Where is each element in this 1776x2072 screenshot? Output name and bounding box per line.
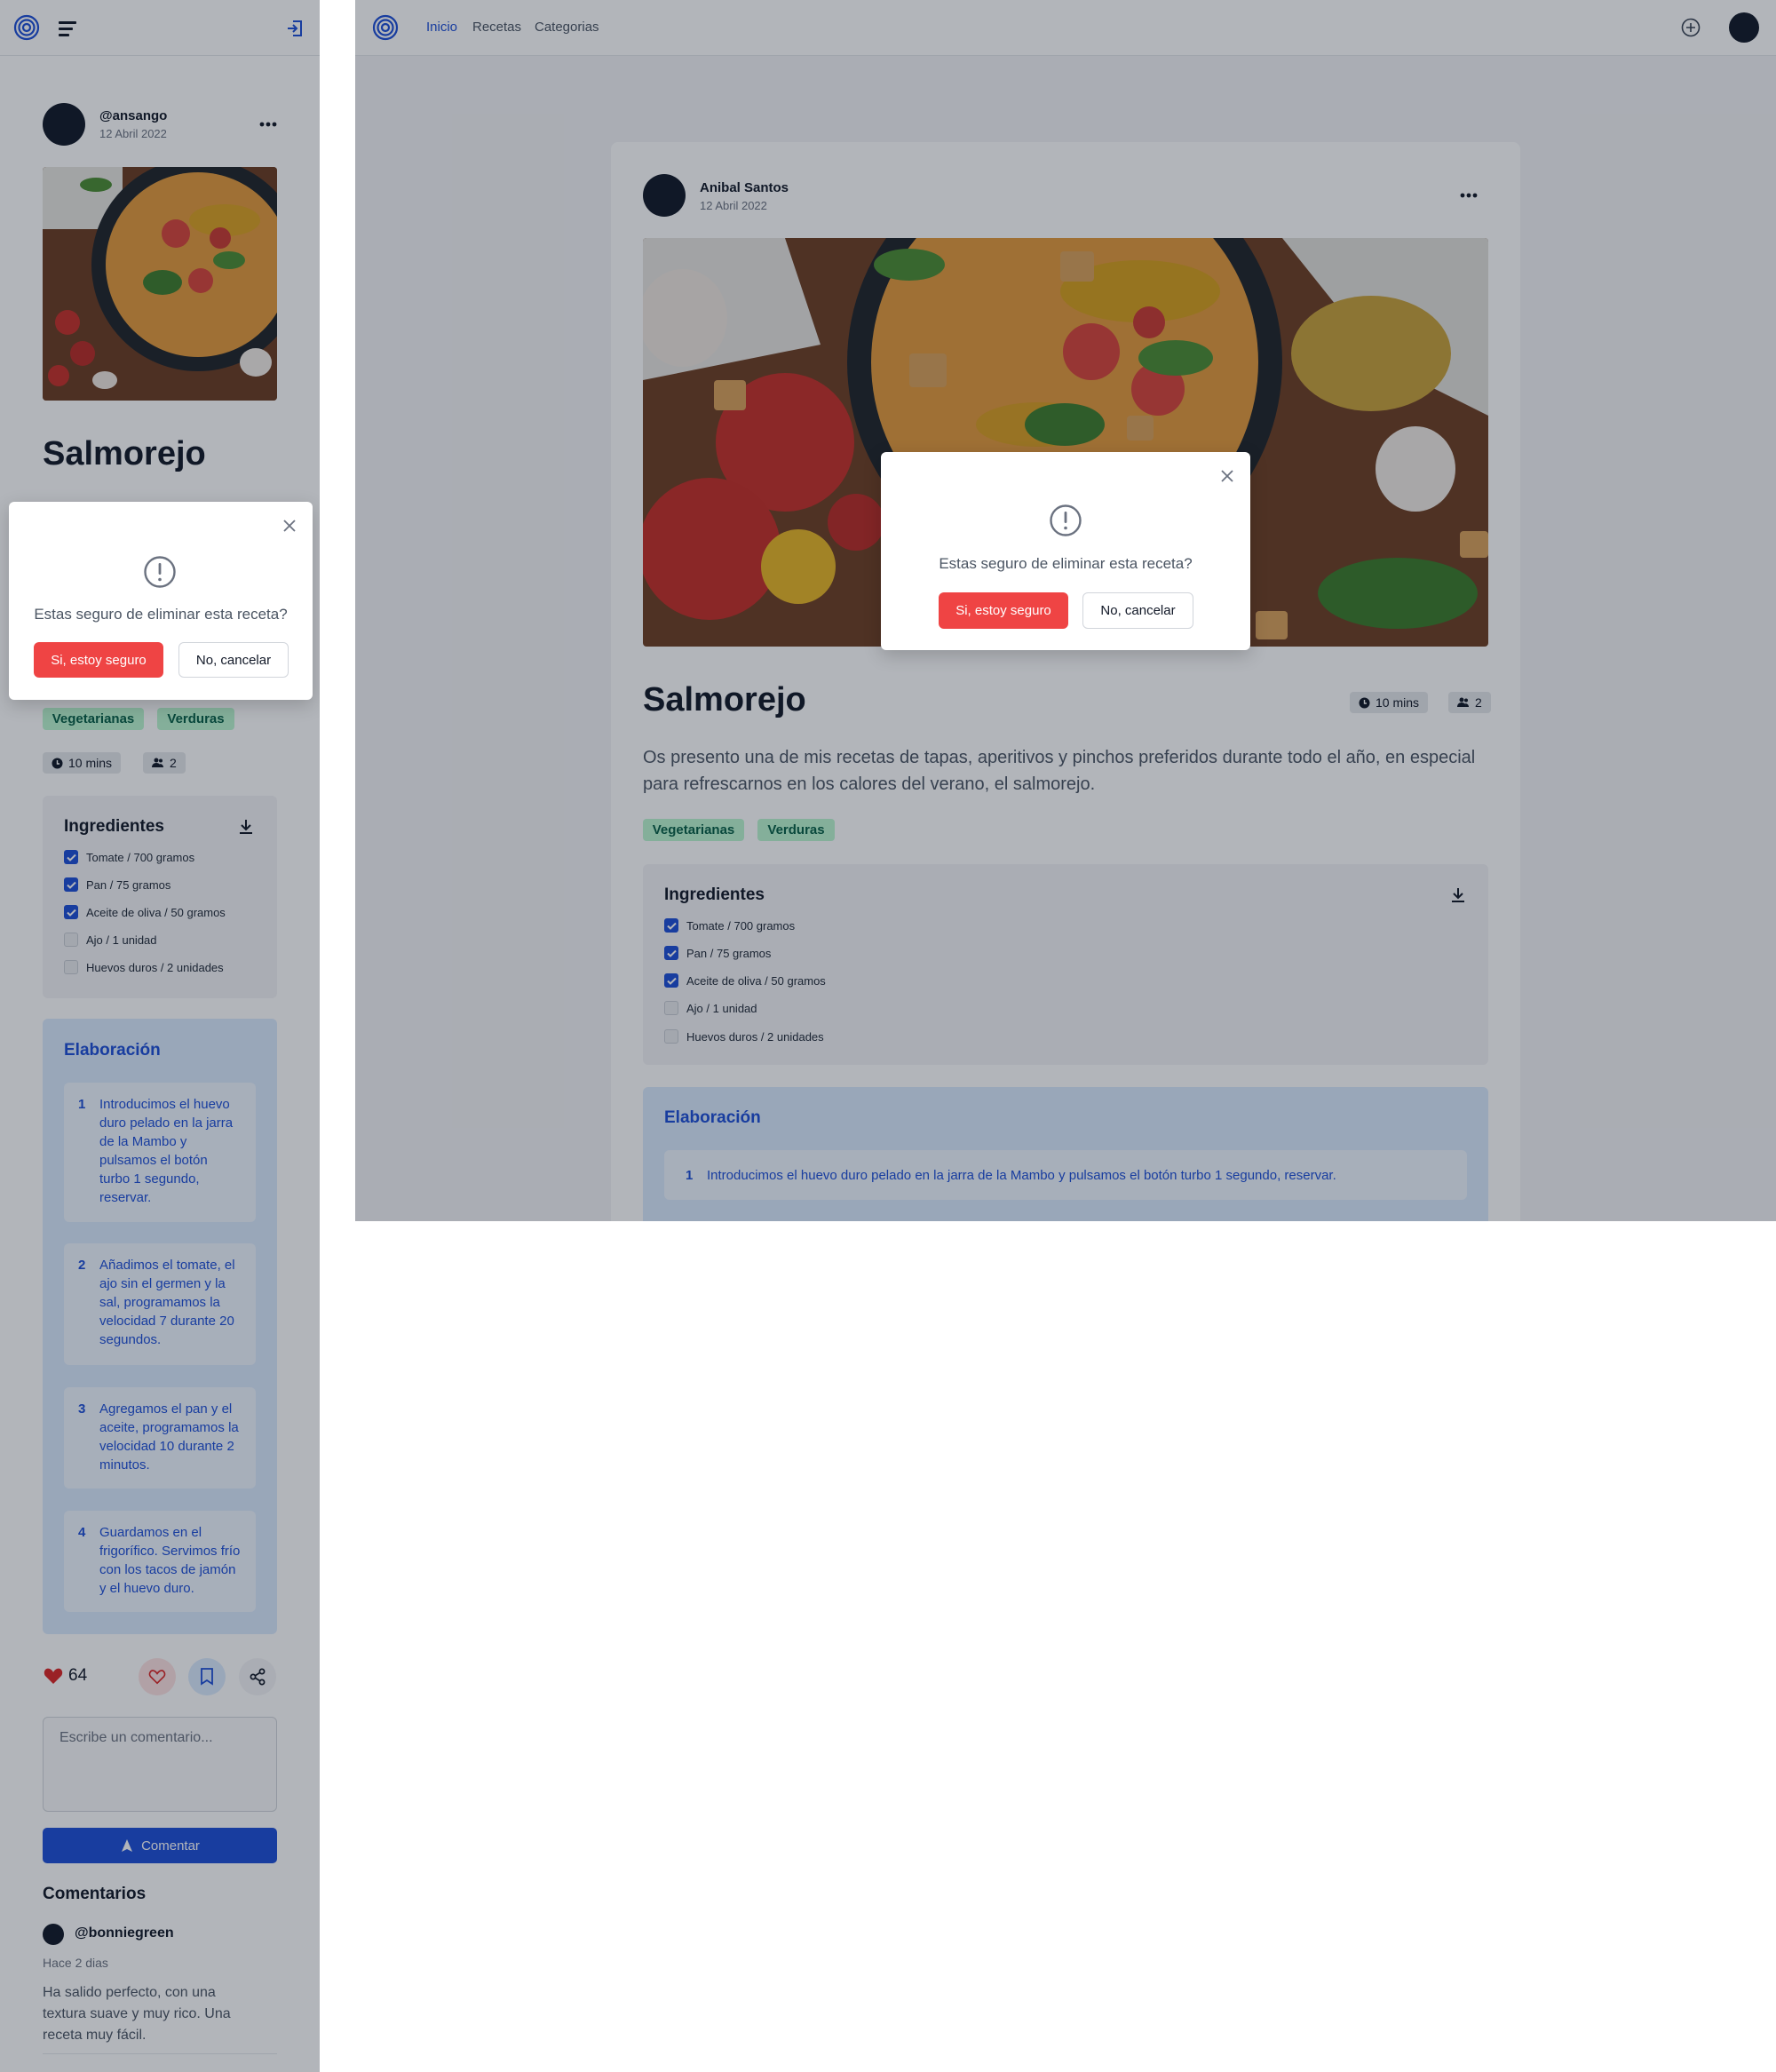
desktop-view: Inicio Recetas Categorias Anibal Santos … (355, 0, 1776, 1221)
close-icon[interactable] (280, 516, 299, 536)
cancel-button[interactable]: No, cancelar (178, 642, 289, 678)
modal-backdrop[interactable] (0, 0, 320, 2072)
warning-icon (142, 554, 178, 590)
delete-modal: Estas seguro de eliminar esta receta? Si… (881, 452, 1250, 650)
modal-message: Estas seguro de eliminar esta receta? (34, 606, 288, 623)
confirm-delete-button[interactable]: Si, estoy seguro (939, 592, 1068, 629)
warning-icon (1048, 503, 1083, 538)
cancel-button[interactable]: No, cancelar (1082, 592, 1193, 629)
close-icon[interactable] (1217, 466, 1237, 486)
delete-modal: Estas seguro de eliminar esta receta? Si… (9, 502, 313, 700)
mobile-view: @ansango 12 Abril 2022 Salmorejo Vegetar… (0, 0, 320, 2072)
confirm-delete-button[interactable]: Si, estoy seguro (34, 642, 163, 678)
modal-message: Estas seguro de eliminar esta receta? (939, 555, 1193, 572)
